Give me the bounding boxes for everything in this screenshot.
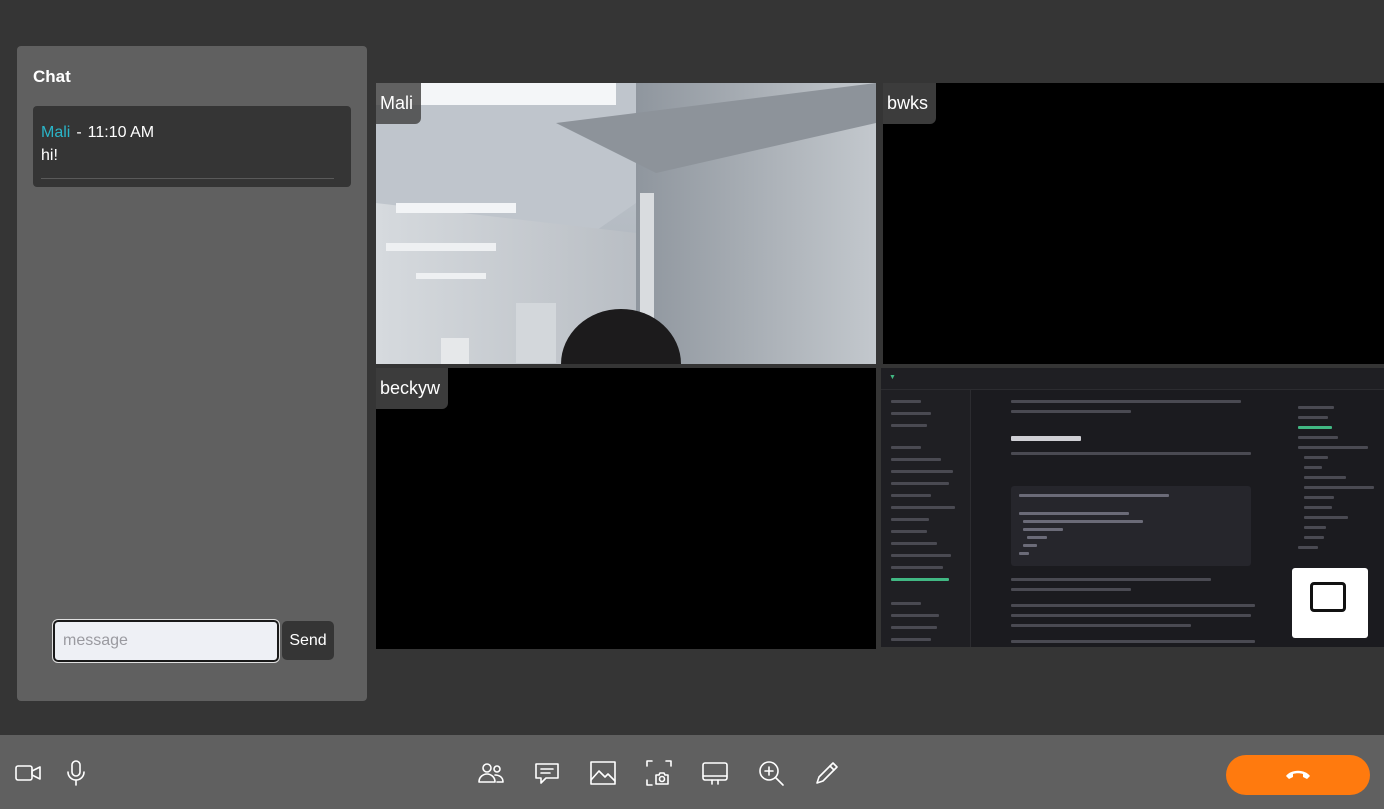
pen-icon[interactable]	[811, 757, 843, 789]
chat-panel: Chat Mali-11:10 AM hi! Send	[17, 46, 367, 701]
chat-icon[interactable]	[531, 757, 563, 789]
participants-icon[interactable]	[475, 757, 507, 789]
end-call-button[interactable]	[1226, 755, 1370, 795]
screenshot-icon[interactable]	[643, 757, 675, 789]
message-time: 11:10 AM	[87, 124, 155, 141]
camera-feed	[376, 83, 876, 364]
screen-share-icon[interactable]	[699, 757, 731, 789]
message-separator: -	[76, 124, 82, 141]
participant-name: beckyw	[376, 368, 449, 409]
image-icon[interactable]	[587, 757, 619, 789]
zoom-in-icon[interactable]	[755, 757, 787, 789]
video-tile-bwks[interactable]: bwks	[883, 83, 1384, 364]
video-camera-icon[interactable]	[12, 757, 44, 789]
chat-message: Mali -11:10 AM hi!	[33, 106, 351, 187]
hang-up-icon	[1286, 770, 1310, 779]
message-divider	[41, 178, 334, 179]
participant-name: Mali	[376, 83, 422, 124]
send-button[interactable]: Send	[282, 621, 334, 660]
message-input[interactable]	[52, 619, 280, 663]
message-username: Mali	[41, 124, 71, 141]
participant-name: bwks	[883, 83, 937, 124]
message-text: hi!	[41, 147, 58, 164]
camera-feed-image	[376, 83, 876, 364]
shared-screen-content	[977, 390, 1288, 647]
sponsor-logo	[1292, 568, 1368, 638]
vue-router-logo: ▼	[889, 374, 896, 381]
video-tile-mali[interactable]: Mali	[376, 83, 876, 364]
screen-share-tile[interactable]: ▼	[881, 368, 1384, 647]
shared-screen: ▼	[881, 368, 1384, 647]
shared-screen-sidebar	[881, 390, 971, 647]
code-block	[1011, 486, 1251, 566]
call-toolbar	[0, 735, 1384, 809]
microphone-icon[interactable]	[60, 757, 92, 789]
video-tile-beckyw[interactable]: beckyw	[376, 368, 876, 649]
chat-title: Chat	[33, 67, 71, 86]
shared-screen-topbar: ▼	[881, 368, 1384, 390]
message-header: Mali -11:10 AM	[41, 123, 343, 143]
